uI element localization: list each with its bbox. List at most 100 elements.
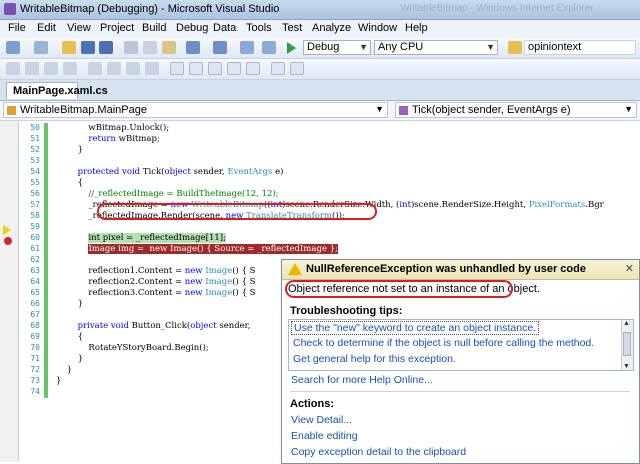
center-horizontally-icon[interactable]	[227, 62, 241, 75]
code-line[interactable]: wBitmap.Unlock();	[56, 123, 169, 133]
code-line[interactable]: return wBitmap;	[56, 134, 159, 144]
code-token: {	[56, 178, 84, 188]
tip-link-use-new[interactable]: Use the "new" keyword to create an objec…	[291, 321, 540, 335]
code-line[interactable]: //_reflectedImage = BuildTheImage(12, 12…	[56, 189, 279, 199]
close-icon[interactable]: ✕	[625, 262, 634, 275]
menu-test[interactable]: Test	[282, 22, 302, 34]
code-line[interactable]: }	[56, 365, 72, 375]
align-right-icon[interactable]	[44, 62, 58, 75]
new-project-icon[interactable]	[6, 41, 20, 54]
code-token: object	[190, 321, 217, 331]
change-marker	[44, 222, 48, 233]
troubleshooting-tips-list[interactable]: Use the "new" keyword to create an objec…	[288, 319, 634, 371]
configuration-select[interactable]: Debug ▼	[303, 40, 371, 55]
tab-mainpage-xaml-cs[interactable]: MainPage.xaml.cs	[6, 82, 108, 99]
code-line[interactable]: RotateYStoryBoard.Begin();	[56, 343, 208, 353]
navigate-forward-icon[interactable]	[262, 41, 276, 54]
make-same-height-icon[interactable]	[145, 62, 159, 75]
copy-exception-detail-link[interactable]: Copy exception detail to the clipboard	[291, 446, 466, 458]
save-icon[interactable]	[81, 41, 95, 54]
menu-data[interactable]: Data	[213, 22, 236, 34]
line-number: 52	[30, 145, 40, 154]
menu-build[interactable]: Build	[142, 22, 166, 34]
line-number: 54	[30, 167, 40, 176]
platform-select[interactable]: Any CPU ▼	[374, 40, 498, 55]
tip-link-general-help[interactable]: Get general help for this exception.	[293, 353, 456, 365]
menu-tools[interactable]: Tools	[246, 22, 272, 34]
align-center-icon[interactable]	[25, 62, 39, 75]
code-line[interactable]: }	[56, 299, 83, 309]
navigate-backward-icon[interactable]	[240, 41, 254, 54]
platform-value: Any CPU	[378, 41, 424, 53]
code-token: }	[56, 365, 73, 375]
code-line[interactable]: }	[56, 145, 83, 155]
code-token: Image	[205, 288, 233, 298]
code-token: return	[88, 134, 116, 144]
enable-editing-link[interactable]: Enable editing	[291, 430, 358, 442]
start-debugging-icon[interactable]	[287, 42, 296, 54]
menu-window[interactable]: Window	[358, 22, 397, 34]
troubleshooting-heading: Troubleshooting tips:	[290, 305, 403, 317]
exception-header: NullReferenceException was unhandled by …	[282, 260, 639, 280]
class-select[interactable]: WritableBitmap.MainPage ▼	[3, 102, 388, 118]
menu-project[interactable]: Project	[100, 22, 134, 34]
menu-help[interactable]: Help	[405, 22, 428, 34]
redo-icon[interactable]	[213, 41, 227, 54]
view-detail-link[interactable]: View Detail...	[291, 414, 352, 426]
chevron-down-icon: ▼	[486, 42, 495, 52]
code-line[interactable]: reflection3.Content = new Image() { S	[56, 288, 255, 298]
code-line[interactable]: Image img = new Image() { Source = _refl…	[56, 244, 338, 254]
size-to-grid-icon[interactable]	[170, 62, 184, 75]
send-to-back-icon[interactable]	[290, 62, 304, 75]
cut-icon[interactable]	[124, 41, 138, 54]
line-number: 64	[30, 277, 40, 286]
align-bottom-icon[interactable]	[107, 62, 121, 75]
undo-icon[interactable]	[186, 41, 200, 54]
breakpoint-gutter[interactable]	[0, 121, 19, 462]
menu-file[interactable]: File	[8, 22, 26, 34]
menu-edit[interactable]: Edit	[37, 22, 56, 34]
code-line[interactable]: {	[56, 178, 83, 188]
tip-link-check-null[interactable]: Check to determine if the object is null…	[293, 337, 594, 349]
change-marker	[44, 266, 48, 277]
code-line[interactable]: private void Button_Click(object sender,	[56, 321, 251, 331]
tips-scrollbar[interactable]: ▲ ▼	[621, 320, 633, 370]
center-vertically-icon[interactable]	[246, 62, 260, 75]
make-same-width-icon[interactable]	[126, 62, 140, 75]
code-line[interactable]: reflection1.Content = new Image() { S	[56, 266, 255, 276]
add-item-icon[interactable]	[34, 41, 48, 54]
code-token: //_reflectedImage = BuildTheImage(12, 12…	[56, 189, 279, 199]
code-line[interactable]: reflection2.Content = new Image() { S	[56, 277, 255, 287]
vertical-spacing-icon[interactable]	[208, 62, 222, 75]
menu-view[interactable]: View	[67, 22, 91, 34]
search-help-online-link[interactable]: Search for more Help Online...	[291, 374, 433, 386]
save-all-icon[interactable]	[99, 41, 113, 54]
align-top-icon[interactable]	[63, 62, 77, 75]
configuration-value: Debug	[307, 41, 340, 53]
copy-icon[interactable]	[143, 41, 157, 54]
code-line[interactable]: int pixel = _reflectedImage[11];	[56, 233, 226, 243]
member-select[interactable]: Tick(object sender, EventArgs e) ▼	[395, 102, 637, 118]
change-marker	[44, 200, 48, 211]
code-line[interactable]: }	[56, 376, 61, 386]
scroll-thumb[interactable]	[623, 332, 631, 356]
scroll-down-icon[interactable]: ▼	[623, 363, 630, 370]
breakpoint-icon[interactable]	[4, 237, 12, 245]
code-token: }	[56, 354, 84, 364]
align-middle-icon[interactable]	[88, 62, 102, 75]
paste-icon[interactable]	[162, 41, 176, 54]
code-line[interactable]: protected void Tick(object sender, Event…	[56, 167, 284, 177]
bring-to-front-icon[interactable]	[271, 62, 285, 75]
menu-analyze[interactable]: Analyze	[312, 22, 351, 34]
menu-debug[interactable]: Debug	[176, 22, 208, 34]
find-input[interactable]: opiniontext	[524, 40, 636, 55]
change-marker	[44, 387, 48, 398]
code-line[interactable]: }	[56, 354, 83, 364]
open-file-icon[interactable]	[62, 41, 76, 54]
align-left-icon[interactable]	[6, 62, 20, 75]
horizontal-spacing-icon[interactable]	[189, 62, 203, 75]
change-marker	[44, 277, 48, 288]
scroll-up-icon[interactable]: ▲	[623, 320, 630, 327]
find-in-files-icon[interactable]	[508, 41, 522, 54]
code-line[interactable]: {	[56, 332, 83, 342]
